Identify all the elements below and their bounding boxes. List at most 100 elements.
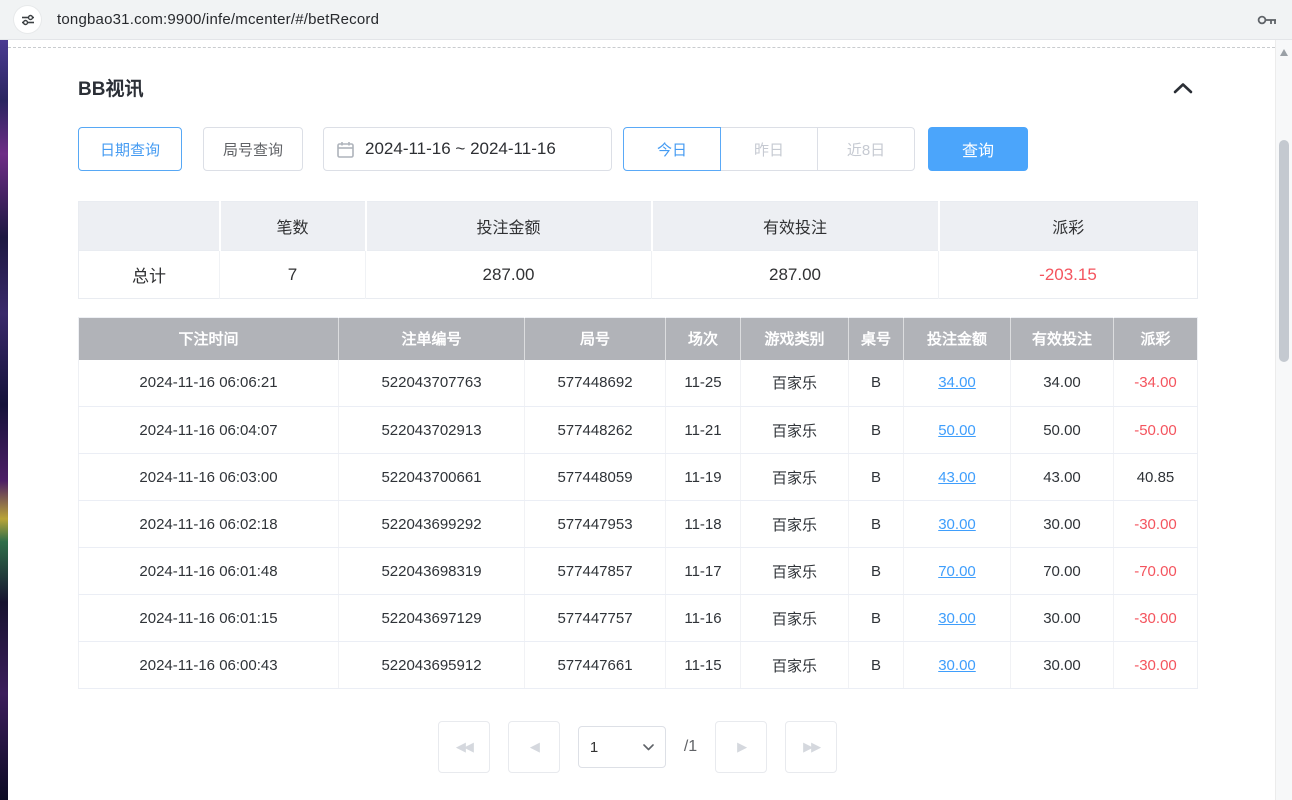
double-right-arrow-icon: ▶▶ [803, 739, 819, 755]
cell-game-type: 百家乐 [741, 454, 849, 501]
last-page-button[interactable]: ▶▶ [785, 721, 837, 773]
cell-valid-bet: 43.00 [1011, 454, 1114, 501]
last-8-days-button[interactable]: 近8日 [817, 127, 915, 171]
collapse-button[interactable] [1169, 78, 1197, 98]
date-query-button[interactable]: 日期查询 [78, 127, 182, 171]
bet-column-header: 局号 [525, 318, 666, 360]
summary-bet-amount: 287.00 [366, 251, 652, 299]
cell-bet-amount: 43.00 [904, 454, 1011, 501]
page-select-value: 1 [590, 739, 598, 756]
round-query-button[interactable]: 局号查询 [203, 127, 303, 171]
cell-valid-bet: 30.00 [1011, 501, 1114, 548]
key-icon [1256, 12, 1278, 28]
cell-payout: -30.00 [1114, 595, 1198, 642]
cell-valid-bet: 30.00 [1011, 642, 1114, 689]
cell-valid-bet: 70.00 [1011, 548, 1114, 595]
table-row: 2024-11-16 06:00:43 522043695912 5774476… [79, 642, 1198, 689]
cell-game-type: 百家乐 [741, 360, 849, 407]
cell-bet-amount: 50.00 [904, 407, 1011, 454]
cell-table-no: B [849, 548, 904, 595]
page-total: /1 [684, 738, 697, 756]
bet-column-header: 有效投注 [1011, 318, 1114, 360]
bet-column-header: 游戏类别 [741, 318, 849, 360]
cell-game-type: 百家乐 [741, 501, 849, 548]
cell-bet-time: 2024-11-16 06:06:21 [79, 360, 339, 407]
cell-valid-bet: 50.00 [1011, 407, 1114, 454]
chevron-up-icon [1173, 82, 1193, 94]
bet-amount-link[interactable]: 30.00 [938, 516, 976, 533]
cell-valid-bet: 30.00 [1011, 595, 1114, 642]
date-range-picker[interactable]: 2024-11-16 ~ 2024-11-16 [323, 127, 612, 171]
summary-column-header: 派彩 [939, 202, 1198, 251]
bet-amount-link[interactable]: 50.00 [938, 422, 976, 439]
cell-order-no: 522043702913 [339, 407, 525, 454]
right-arrow-icon: ▶ [737, 739, 745, 755]
background-page-strip [0, 40, 8, 800]
cell-session: 11-21 [666, 407, 741, 454]
cell-order-no: 522043695912 [339, 642, 525, 689]
page-select[interactable]: 1 [578, 726, 666, 768]
left-arrow-icon: ◀ [530, 739, 538, 755]
cell-table-no: B [849, 595, 904, 642]
summary-column-header: 有效投注 [652, 202, 939, 251]
cell-payout: -30.00 [1114, 501, 1198, 548]
bet-amount-link[interactable]: 30.00 [938, 610, 976, 627]
cell-table-no: B [849, 454, 904, 501]
bet-amount-link[interactable]: 30.00 [938, 657, 976, 674]
double-left-arrow-icon: ◀◀ [456, 739, 472, 755]
site-info-button[interactable] [14, 6, 41, 33]
cell-bet-amount: 30.00 [904, 595, 1011, 642]
bet-amount-link[interactable]: 34.00 [938, 374, 976, 391]
cell-round-no: 577448692 [525, 360, 666, 407]
prev-page-button[interactable]: ◀ [508, 721, 560, 773]
cell-table-no: B [849, 360, 904, 407]
summary-column-header: 投注金额 [366, 202, 652, 251]
cell-round-no: 577447757 [525, 595, 666, 642]
today-button[interactable]: 今日 [623, 127, 721, 171]
tune-icon [21, 13, 35, 27]
cell-bet-amount: 30.00 [904, 501, 1011, 548]
cell-round-no: 577448262 [525, 407, 666, 454]
bet-amount-link[interactable]: 43.00 [938, 469, 976, 486]
cell-session: 11-16 [666, 595, 741, 642]
summary-table: 笔数投注金额有效投注派彩 总计 7 287.00 287.00 -203.15 [78, 201, 1198, 299]
cell-session: 11-25 [666, 360, 741, 407]
summary-header-row: 笔数投注金额有效投注派彩 [79, 202, 1198, 251]
first-page-button[interactable]: ◀◀ [438, 721, 490, 773]
bet-column-header: 派彩 [1114, 318, 1198, 360]
cell-game-type: 百家乐 [741, 548, 849, 595]
scrollbar-thumb[interactable] [1279, 140, 1289, 362]
quick-date-button-group: 今日 昨日 近8日 [623, 127, 915, 171]
url-text[interactable]: tongbao31.com:9900/infe/mcenter/#/betRec… [57, 11, 379, 28]
bet-column-header: 场次 [666, 318, 741, 360]
summary-valid-bet: 287.00 [652, 251, 939, 299]
yesterday-button[interactable]: 昨日 [720, 127, 818, 171]
bet-table-header-row: 下注时间注单编号局号场次游戏类别桌号投注金额有效投注派彩 [79, 318, 1198, 360]
calendar-icon [337, 141, 354, 158]
table-row: 2024-11-16 06:01:15 522043697129 5774477… [79, 595, 1198, 642]
page: BB视讯 日期查询 局号查询 [0, 40, 1292, 800]
password-manager-button[interactable] [1256, 12, 1278, 28]
browser-address-bar: tongbao31.com:9900/infe/mcenter/#/betRec… [0, 0, 1292, 40]
cell-order-no: 522043697129 [339, 595, 525, 642]
cell-round-no: 577447857 [525, 548, 666, 595]
summary-column-header: 笔数 [220, 202, 366, 251]
cell-round-no: 577448059 [525, 454, 666, 501]
chevron-down-icon [643, 744, 654, 751]
next-page-button[interactable]: ▶ [715, 721, 767, 773]
cell-bet-amount: 30.00 [904, 642, 1011, 689]
cell-payout: -70.00 [1114, 548, 1198, 595]
filter-row: 日期查询 局号查询 2024-11-16 ~ 2024-11-16 今日 [78, 127, 1197, 171]
summary-count: 7 [220, 251, 366, 299]
cell-game-type: 百家乐 [741, 642, 849, 689]
cell-payout: 40.85 [1114, 454, 1198, 501]
bet-table: 下注时间注单编号局号场次游戏类别桌号投注金额有效投注派彩 2024-11-16 … [78, 317, 1198, 689]
table-row: 2024-11-16 06:04:07 522043702913 5774482… [79, 407, 1198, 454]
search-button[interactable]: 查询 [928, 127, 1028, 171]
bet-table-body: 2024-11-16 06:06:21 522043707763 5774486… [79, 360, 1198, 689]
bet-column-header: 下注时间 [79, 318, 339, 360]
scrollbar[interactable] [1275, 40, 1292, 800]
scrollbar-up-arrow-icon[interactable] [1280, 49, 1288, 56]
bet-amount-link[interactable]: 70.00 [938, 563, 976, 580]
cell-round-no: 577447953 [525, 501, 666, 548]
